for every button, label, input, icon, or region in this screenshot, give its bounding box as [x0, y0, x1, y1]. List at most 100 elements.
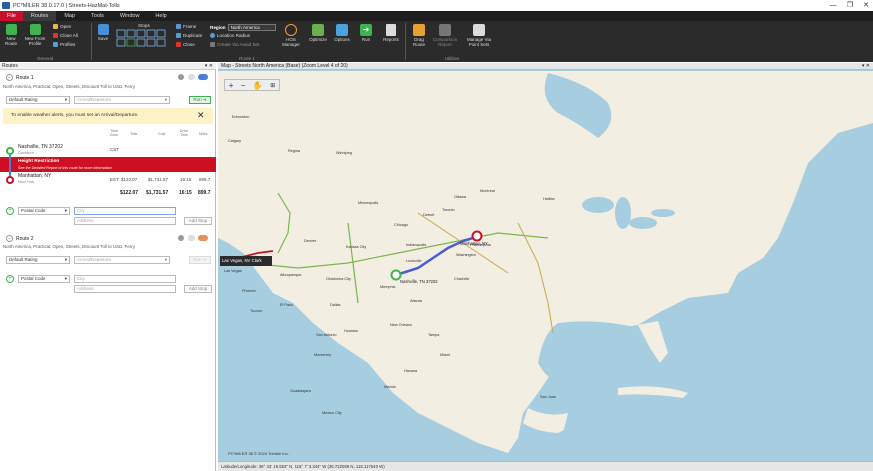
menu-window[interactable]: Window	[112, 11, 148, 21]
close-button[interactable]: ✕	[859, 0, 873, 11]
manage-via-button[interactable]: Manage Via Point Sets	[462, 24, 496, 47]
new-from-profile-button[interactable]: New From Profile	[22, 24, 48, 46]
menu-file[interactable]: File	[0, 11, 23, 21]
city-label: San Antonio	[316, 333, 337, 337]
map-close-icon[interactable]: ▾ ✕	[862, 63, 870, 70]
city-label: Merida	[384, 385, 396, 389]
save-button[interactable]: Save	[95, 24, 111, 41]
route2-color-toggle[interactable]	[198, 235, 208, 241]
route1-rating-value: Default Rating	[9, 97, 38, 102]
route1-city-input[interactable]: City	[74, 207, 176, 215]
stop1-name[interactable]: Nashville, TN 37202	[18, 144, 63, 150]
route2-add-stop-button[interactable]: Add Stop	[184, 285, 212, 293]
profiles-button[interactable]: Profiles	[53, 42, 75, 47]
route2-city-input[interactable]: City	[74, 275, 176, 283]
route1-address-input[interactable]: Address	[74, 217, 176, 225]
city-label: Houston	[344, 329, 359, 333]
route1-add-stop-button[interactable]: Add Stop	[184, 217, 212, 225]
close-all-button[interactable]: Close All	[53, 33, 78, 38]
route1-arrival-field[interactable]: Arrival/Departure ▾	[74, 96, 170, 104]
location-radius-label: Location Radius	[217, 33, 250, 38]
minimize-button[interactable]: —	[826, 0, 840, 11]
route1-pin-icon[interactable]	[188, 74, 195, 80]
run-button[interactable]: ➔ Run	[357, 24, 375, 42]
route-close-icon	[176, 42, 181, 47]
route1-rating-dropdown[interactable]: Default Rating ▾	[6, 96, 70, 104]
comparison-report-button[interactable]: Comparison Report	[430, 24, 460, 47]
map-panel[interactable]: Map - Streets North America (Base) (Zoom…	[218, 63, 873, 471]
run-label: Run	[361, 37, 371, 42]
ribbon: New Route New From Profile Open Close Al…	[0, 21, 873, 62]
frame-button[interactable]: Frame	[176, 24, 196, 29]
create-via-avoid-button[interactable]: Create Via Avoid Set	[210, 42, 259, 47]
add-stop-plus-icon[interactable]: +	[6, 275, 14, 283]
stop2-county: New York	[18, 180, 35, 184]
city-label: Halifax	[543, 197, 555, 201]
route2-pin-icon[interactable]	[188, 235, 195, 241]
reports-icon	[386, 24, 396, 36]
new-route-icon	[5, 24, 17, 35]
menu-bar: File Routes Map Tools Window Help	[0, 11, 873, 21]
options-label: Options	[334, 37, 350, 42]
route2-run-button[interactable]: Run ➔	[189, 256, 211, 264]
collapse-route2-icon[interactable]: ^	[6, 235, 13, 242]
route1-title: Route 1	[16, 75, 34, 81]
optimize-button[interactable]: Optimize	[306, 24, 330, 42]
restore-button[interactable]: ❐	[843, 0, 857, 11]
reports-button[interactable]: Reports	[380, 24, 402, 42]
col-miles: Miles	[199, 132, 208, 136]
route1-postal-dropdown[interactable]: Postal Code ▾	[18, 207, 70, 215]
stops-label: Stops	[138, 23, 150, 28]
stop2-name[interactable]: Manhattan, NY	[18, 173, 51, 179]
menu-map[interactable]: Map	[56, 11, 83, 21]
route2-rating-dropdown[interactable]: Default Rating ▾	[6, 256, 70, 264]
location-radius-button[interactable]: Location Radius	[210, 33, 250, 38]
chevron-down-icon: ▾	[64, 208, 67, 213]
route1-color-toggle[interactable]	[198, 74, 208, 80]
map-status-bar: Latitude/Longitude: 36° 43' 19.553" N, 1…	[218, 461, 873, 471]
city-label: San Juan	[540, 395, 557, 399]
destination-marker-label: Manhattan, NY	[460, 241, 488, 246]
route2-arrival-field[interactable]: Arrival/Departure ▾	[74, 256, 170, 264]
hos-manager-button[interactable]: HOS Manager	[280, 24, 302, 47]
options-button[interactable]: Options	[331, 24, 353, 42]
map-canvas[interactable]	[218, 63, 873, 471]
menu-help[interactable]: Help	[147, 11, 174, 21]
dismiss-alert-icon[interactable]: ✕	[197, 110, 205, 121]
weather-alert-text: To enable weather alerts, you must set a…	[11, 113, 139, 118]
add-stop-plus-icon[interactable]: +	[6, 207, 14, 215]
route-close-button[interactable]: Close	[176, 42, 195, 47]
stops-grid-icons	[116, 29, 166, 47]
route2-postal-dropdown[interactable]: Postal Code ▾	[18, 275, 70, 283]
new-route-button[interactable]: New Route	[2, 24, 20, 46]
route2-settings-icon[interactable]	[178, 235, 184, 241]
region-dropdown[interactable]: North America	[227, 24, 276, 31]
pin-icon[interactable]: ▾ ✕	[205, 63, 213, 70]
city-label: Kansas City	[346, 245, 367, 249]
city-label: Tampa	[428, 333, 440, 337]
weather-alert-banner: To enable weather alerts, you must set a…	[3, 108, 213, 124]
city-label: Calgary	[228, 139, 242, 143]
window-title: PC*MILER 38.0.17.0 | Streets-HazMat-Toll…	[13, 2, 120, 9]
menu-routes[interactable]: Routes	[22, 11, 57, 21]
route1-settings-icon[interactable]	[178, 74, 184, 80]
stop2-miles: 899.7	[199, 177, 211, 182]
zoom-box-icon[interactable]: ⊞	[270, 82, 275, 89]
chevron-down-icon: ▾	[164, 257, 167, 262]
zoom-in-icon[interactable]: +	[229, 81, 234, 90]
region-selector: Region North America	[210, 24, 276, 31]
open-button[interactable]: Open	[53, 24, 71, 29]
total-cost: $1,731.57	[146, 190, 169, 196]
route2-address-input[interactable]: Address	[74, 285, 176, 293]
pan-hand-icon[interactable]: ✋	[253, 81, 263, 90]
collapse-route1-icon[interactable]: ^	[6, 74, 13, 81]
map-tooltip: Las Vegas, NV Clark	[220, 256, 272, 266]
route1-run-button[interactable]: Run ➔	[189, 96, 211, 104]
duplicate-button[interactable]: Duplicate	[176, 33, 202, 38]
comparison-report-icon	[439, 24, 451, 36]
drag-route-button[interactable]: Drag Route	[408, 24, 430, 47]
stops-buttons-grid[interactable]	[116, 29, 172, 47]
menu-tools[interactable]: Tools	[83, 11, 112, 21]
routes-panel: Routes ▾ ✕ ^ Route 1 North America, Prac…	[0, 63, 216, 471]
zoom-out-icon[interactable]: −	[241, 81, 246, 90]
